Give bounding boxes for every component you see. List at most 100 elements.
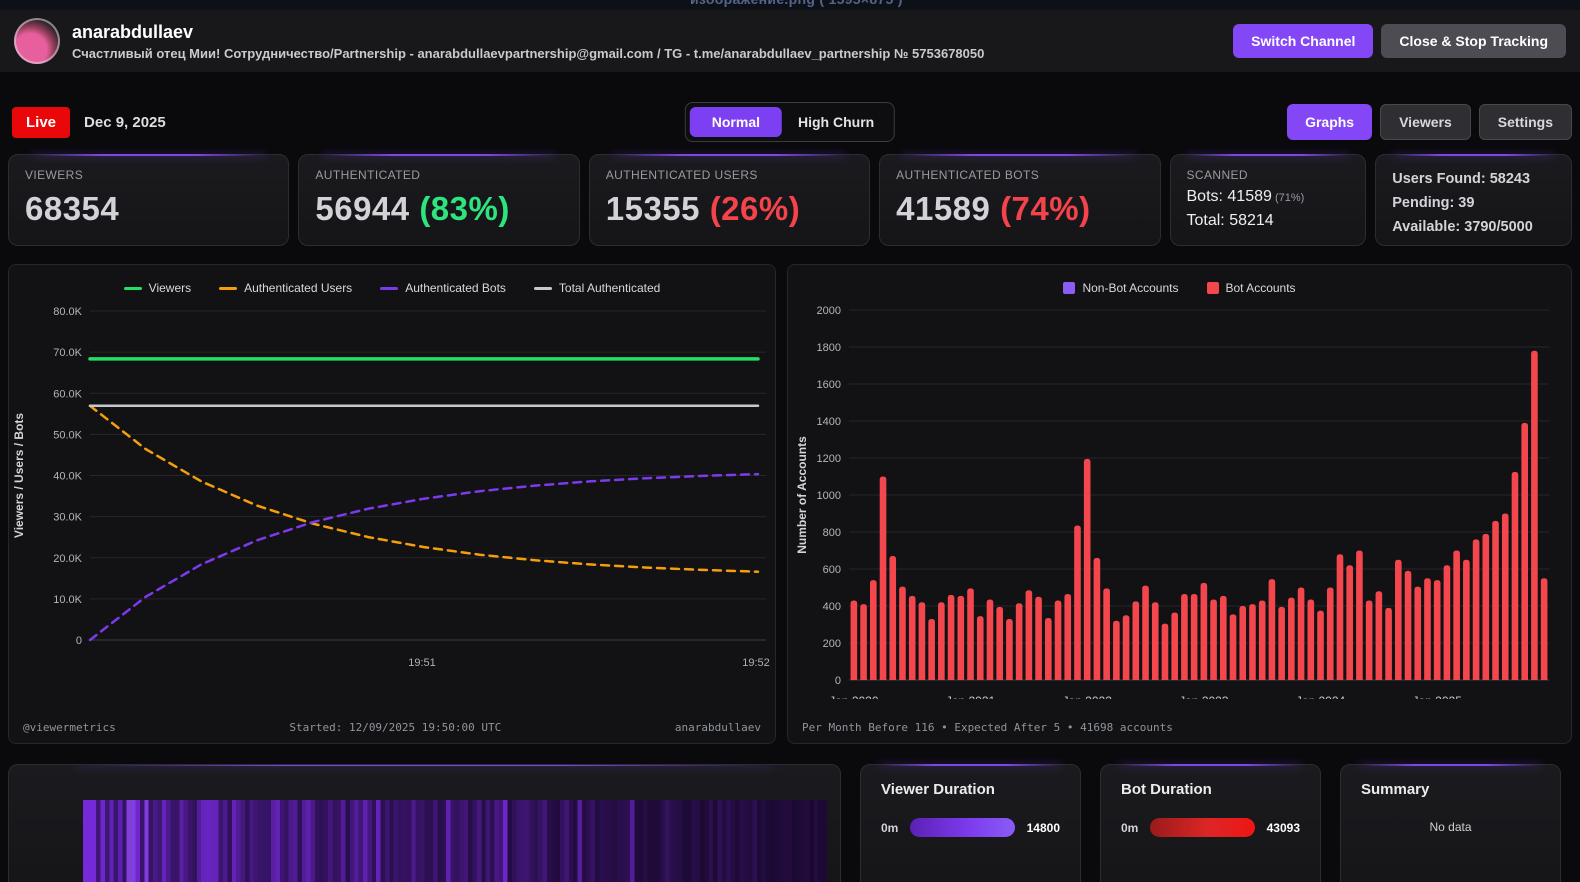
stat-card-capacity: Users Found: 58243 Pending: 39 Available… bbox=[1375, 154, 1572, 246]
live-badge: Live bbox=[12, 106, 71, 138]
legend-label: Authenticated Users bbox=[244, 281, 353, 295]
legend-swatch bbox=[123, 286, 142, 290]
available-line: Available: 3790/5000 bbox=[1392, 219, 1533, 235]
stat-value-authenticated-users: 15355 (26%) bbox=[605, 190, 801, 227]
legend-label: Total Authenticated bbox=[558, 281, 661, 295]
bar-month bbox=[1181, 593, 1188, 680]
bar-month bbox=[1453, 550, 1460, 680]
bar-month bbox=[1288, 597, 1295, 680]
avatar bbox=[14, 18, 60, 64]
bar-month bbox=[1161, 623, 1169, 680]
svg-text:0: 0 bbox=[76, 635, 82, 647]
viewers-tab-button[interactable]: Viewers bbox=[1380, 104, 1471, 140]
stat-label: VIEWERS bbox=[25, 168, 84, 182]
svg-text:40.0K: 40.0K bbox=[53, 471, 82, 483]
bot-duration-card: Bot Duration 0m 43093 bbox=[1100, 764, 1321, 882]
bar-month bbox=[1472, 539, 1480, 680]
bar-month bbox=[918, 602, 926, 680]
bar-month bbox=[986, 599, 994, 680]
stat-value-viewers: 68354 bbox=[25, 190, 120, 227]
close-stop-tracking-button[interactable]: Close & Stop Tracking bbox=[1381, 24, 1566, 58]
bar-month bbox=[889, 556, 897, 680]
svg-text:Jan 2020: Jan 2020 bbox=[829, 694, 879, 699]
svg-text:1000: 1000 bbox=[817, 490, 841, 502]
bar-month bbox=[967, 588, 974, 680]
bar-month bbox=[1540, 578, 1548, 680]
bar-chart-plot: 0 200 400 600 800 1000 1200 1400 1600 1800 2000 Num… bbox=[795, 305, 1549, 699]
bar-month bbox=[1346, 565, 1353, 680]
svg-text:80.0K: 80.0K bbox=[53, 306, 82, 318]
channel-name: anarabdullaev bbox=[72, 22, 194, 42]
stat-label: AUTHENTICATED bbox=[315, 168, 421, 182]
legend-item-authenticated-bots[interactable]: Authenticated Bots bbox=[380, 281, 506, 295]
mode-option-high-churn[interactable]: High Churn bbox=[782, 107, 890, 137]
bar-month bbox=[976, 616, 984, 680]
svg-text:1600: 1600 bbox=[817, 379, 841, 391]
legend-item-authenticated-users[interactable]: Authenticated Users bbox=[219, 281, 352, 295]
legend-item-viewers[interactable]: Viewers bbox=[123, 281, 192, 295]
svg-text:0: 0 bbox=[835, 675, 841, 687]
bar-month bbox=[1132, 601, 1140, 680]
legend-label: Viewers bbox=[148, 281, 192, 295]
bar-month bbox=[1200, 582, 1208, 680]
bar-month bbox=[850, 600, 858, 680]
mode-option-normal[interactable]: Normal bbox=[689, 107, 783, 137]
scanned-total-line: Total: 58214 bbox=[1186, 212, 1274, 229]
legend-swatch bbox=[219, 286, 238, 290]
line-chart: 0 10.0K 20.0K 30.0K 40.0K 50.0K 60.0K 70.0K 80.0… bbox=[12, 306, 770, 669]
legend-item-bot-accounts[interactable]: Bot Accounts bbox=[1206, 281, 1296, 295]
svg-text:Jan 2022: Jan 2022 bbox=[1062, 694, 1112, 699]
activity-spectrogram bbox=[83, 800, 827, 882]
bar-month bbox=[1045, 618, 1052, 680]
line-chart-legend: Viewers Authenticated Users Authenticated … bbox=[9, 281, 775, 295]
series-line-authenticated-bots bbox=[88, 472, 760, 642]
svg-text:400: 400 bbox=[823, 601, 841, 613]
bar-month bbox=[1297, 587, 1305, 680]
bar-month bbox=[1307, 599, 1315, 680]
bot-duration-bar bbox=[1150, 818, 1255, 837]
bar-month bbox=[1220, 595, 1227, 680]
svg-text:Jan 2023: Jan 2023 bbox=[1179, 694, 1229, 699]
graphs-tab-button[interactable]: Graphs bbox=[1287, 104, 1373, 140]
svg-text:1200: 1200 bbox=[817, 453, 841, 465]
stat-value-authenticated-bots: 41589 (74%) bbox=[896, 190, 1091, 227]
bar-month bbox=[870, 580, 877, 680]
svg-text:Jan 2021: Jan 2021 bbox=[946, 694, 996, 699]
summary-card: Summary No data bbox=[1340, 764, 1561, 882]
viewer-duration-bar bbox=[910, 818, 1015, 837]
legend-item-non-bot-accounts[interactable]: Non-Bot Accounts bbox=[1063, 281, 1179, 295]
legend-swatch bbox=[1206, 282, 1219, 294]
bar-month bbox=[1142, 585, 1149, 680]
bar-month bbox=[1278, 606, 1285, 680]
bar-month bbox=[1521, 422, 1528, 680]
stat-label: SCANNED bbox=[1186, 168, 1248, 182]
stat-percent: (74%) bbox=[1000, 190, 1091, 227]
stat-percent: (26%) bbox=[709, 190, 801, 227]
bar-month bbox=[1336, 554, 1344, 680]
stat-label: AUTHENTICATED BOTS bbox=[896, 168, 1040, 182]
bar-month bbox=[899, 586, 906, 680]
bar-chart-legend: Non-Bot Accounts Bot Accounts bbox=[788, 281, 1571, 295]
bar-month bbox=[1122, 615, 1130, 680]
viewer-metrics-line-chart-panel: Viewers Authenticated Users Authenticated … bbox=[8, 264, 776, 744]
bar-month bbox=[1443, 565, 1451, 680]
stat-label: AUTHENTICATED USERS bbox=[605, 168, 758, 182]
svg-text:2000: 2000 bbox=[817, 305, 841, 317]
legend-item-total-authenticated[interactable]: Total Authenticated bbox=[533, 281, 661, 295]
bar-month bbox=[1326, 587, 1334, 680]
settings-tab-button[interactable]: Settings bbox=[1478, 104, 1572, 140]
bar-month bbox=[1210, 599, 1217, 680]
bar-month bbox=[1268, 579, 1276, 680]
bar-chart-footer: Per Month Before 116 • Expected After 5 … bbox=[802, 721, 1557, 734]
switch-channel-button[interactable]: Switch Channel bbox=[1233, 24, 1374, 58]
svg-text:800: 800 bbox=[823, 527, 841, 539]
bar-month bbox=[947, 594, 955, 680]
scanned-bots-line: Bots: 41589 (71%) bbox=[1186, 188, 1305, 205]
date-label: Dec 9, 2025 bbox=[84, 113, 166, 131]
bar-month bbox=[1365, 600, 1373, 680]
bar-month bbox=[1025, 590, 1033, 680]
bar-month bbox=[1103, 588, 1110, 680]
stats-row: VIEWERS 68354 AUTHENTICATED 56944 (83%) … bbox=[8, 154, 1572, 246]
svg-text:20.0K: 20.0K bbox=[53, 553, 82, 565]
bar-month bbox=[1356, 550, 1363, 680]
